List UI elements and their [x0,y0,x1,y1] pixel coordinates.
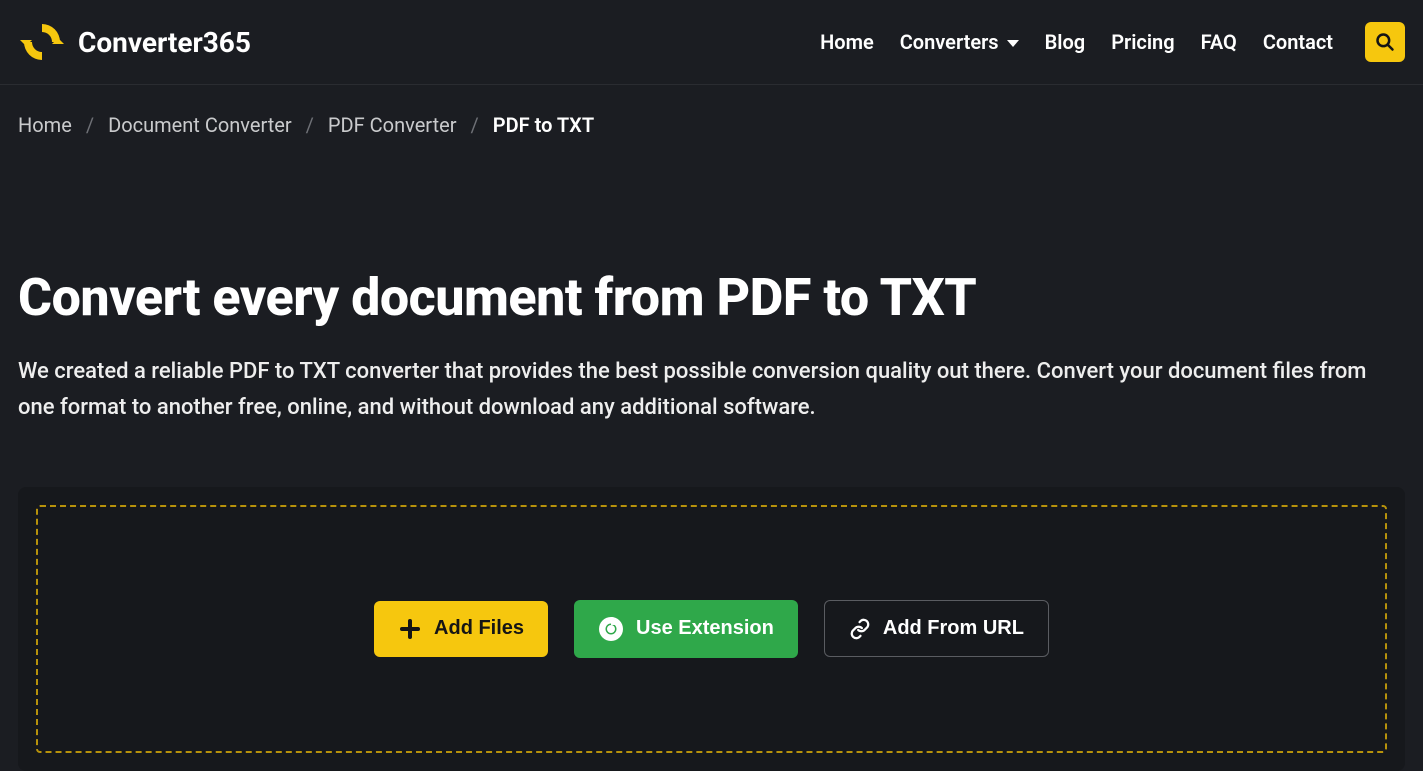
logo-icon [18,18,66,66]
link-icon [849,618,871,640]
breadcrumb-separator: / [86,113,94,137]
logo[interactable]: Converter365 [18,18,251,66]
add-files-label: Add Files [434,617,524,640]
breadcrumb: Home / Document Converter / PDF Converte… [0,85,1423,137]
nav-faq[interactable]: FAQ [1201,30,1237,54]
chrome-icon [598,616,624,642]
brand-name: Converter365 [78,26,251,59]
breadcrumb-document-converter[interactable]: Document Converter [108,113,292,137]
upload-panel: Add Files Use Extension Add From URL [18,487,1405,771]
add-from-url-label: Add From URL [883,617,1024,640]
nav-pricing[interactable]: Pricing [1111,30,1174,54]
breadcrumb-separator: / [471,113,479,137]
use-extension-button[interactable]: Use Extension [574,600,798,658]
nav-home[interactable]: Home [820,30,874,54]
plus-icon [398,617,422,641]
page-subtitle: We created a reliable PDF to TXT convert… [18,354,1398,427]
chevron-down-icon [1007,40,1019,47]
page-title: Convert every document from PDF to TXT [18,267,1405,328]
breadcrumb-pdf-converter[interactable]: PDF Converter [328,113,457,137]
nav-converters[interactable]: Converters [900,30,1019,54]
use-extension-label: Use Extension [636,617,774,640]
hero: Convert every document from PDF to TXT W… [0,137,1423,427]
main-nav: Home Converters Blog Pricing FAQ Contact [820,22,1405,62]
breadcrumb-home[interactable]: Home [18,113,72,137]
nav-contact[interactable]: Contact [1263,30,1333,54]
header: Converter365 Home Converters Blog Pricin… [0,0,1423,85]
breadcrumb-separator: / [306,113,314,137]
nav-blog[interactable]: Blog [1045,30,1086,54]
search-icon [1375,32,1395,52]
add-files-button[interactable]: Add Files [374,601,548,657]
search-button[interactable] [1365,22,1405,62]
nav-converters-label: Converters [900,30,999,54]
drop-zone[interactable]: Add Files Use Extension Add From URL [36,505,1387,753]
breadcrumb-current: PDF to TXT [493,113,594,137]
add-from-url-button[interactable]: Add From URL [824,600,1049,657]
